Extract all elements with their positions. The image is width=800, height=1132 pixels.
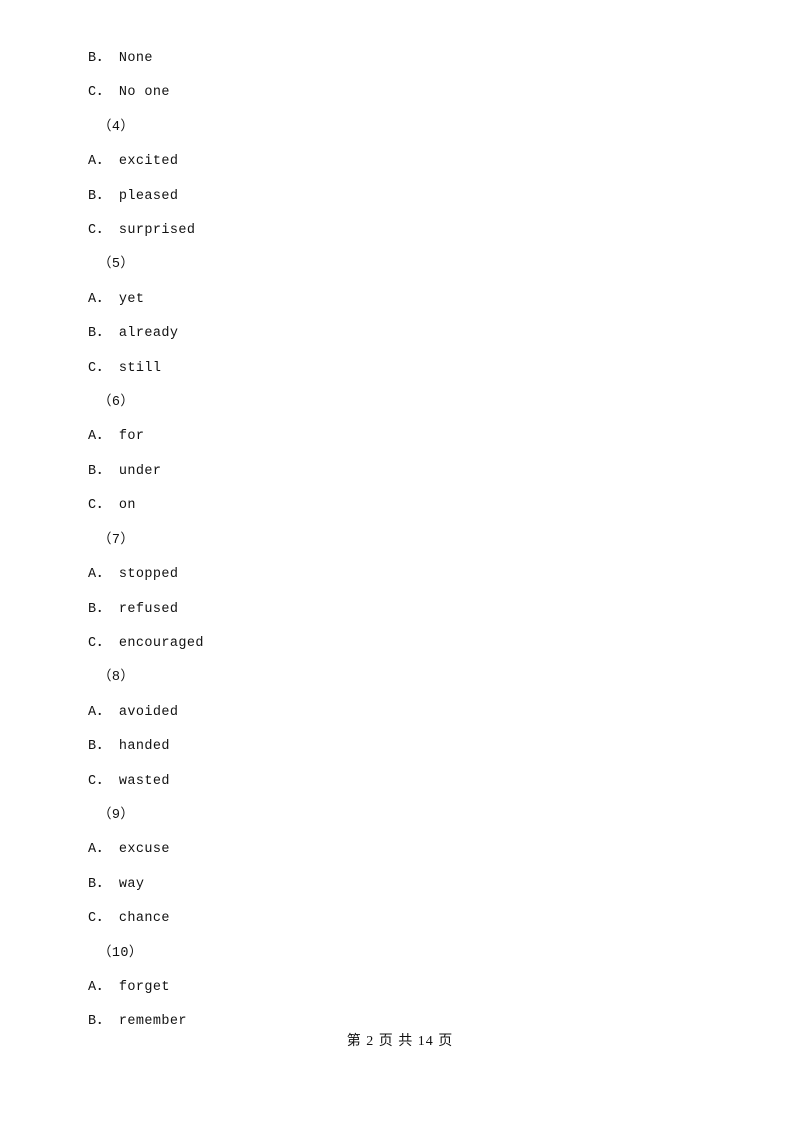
- option-line: B． way: [88, 876, 145, 892]
- option-line: B． under: [88, 463, 162, 479]
- option-line: B． None: [88, 51, 153, 66]
- option-line: B． refused: [88, 601, 179, 617]
- option-line: A． excuse: [88, 842, 170, 858]
- page-footer: 第 2 页 共 14 页: [346, 1034, 454, 1049]
- option-line: A． yet: [88, 291, 145, 307]
- option-line: B． already: [88, 326, 179, 342]
- question-number: （9）: [98, 807, 135, 823]
- question-number: （8）: [98, 670, 135, 686]
- question-number: （6）: [98, 395, 135, 411]
- question-number: （10）: [98, 945, 143, 961]
- option-line: C． chance: [88, 911, 170, 927]
- option-line: C． on: [88, 498, 136, 514]
- option-line: C． still: [88, 360, 162, 376]
- question-number: （7）: [98, 532, 135, 548]
- option-line: A． excited: [88, 154, 179, 170]
- option-line: C． encouraged: [88, 635, 204, 651]
- option-line: A． stopped: [88, 567, 179, 583]
- question-number: （5）: [98, 257, 135, 273]
- option-line: A． for: [88, 429, 145, 445]
- option-line: B． pleased: [88, 188, 179, 204]
- option-line: A． avoided: [88, 704, 179, 720]
- option-line: B． handed: [88, 739, 170, 755]
- question-options-list: B． None C． No one （4） A． excited B． plea…: [88, 42, 708, 1040]
- option-line: C． surprised: [88, 223, 196, 239]
- option-line: C． No one: [88, 85, 170, 101]
- document-page: B． None C． No one （4） A． excited B． plea…: [0, 0, 800, 1132]
- option-line: A． forget: [88, 979, 170, 995]
- question-number: （4）: [98, 119, 135, 135]
- option-line: C． wasted: [88, 773, 170, 789]
